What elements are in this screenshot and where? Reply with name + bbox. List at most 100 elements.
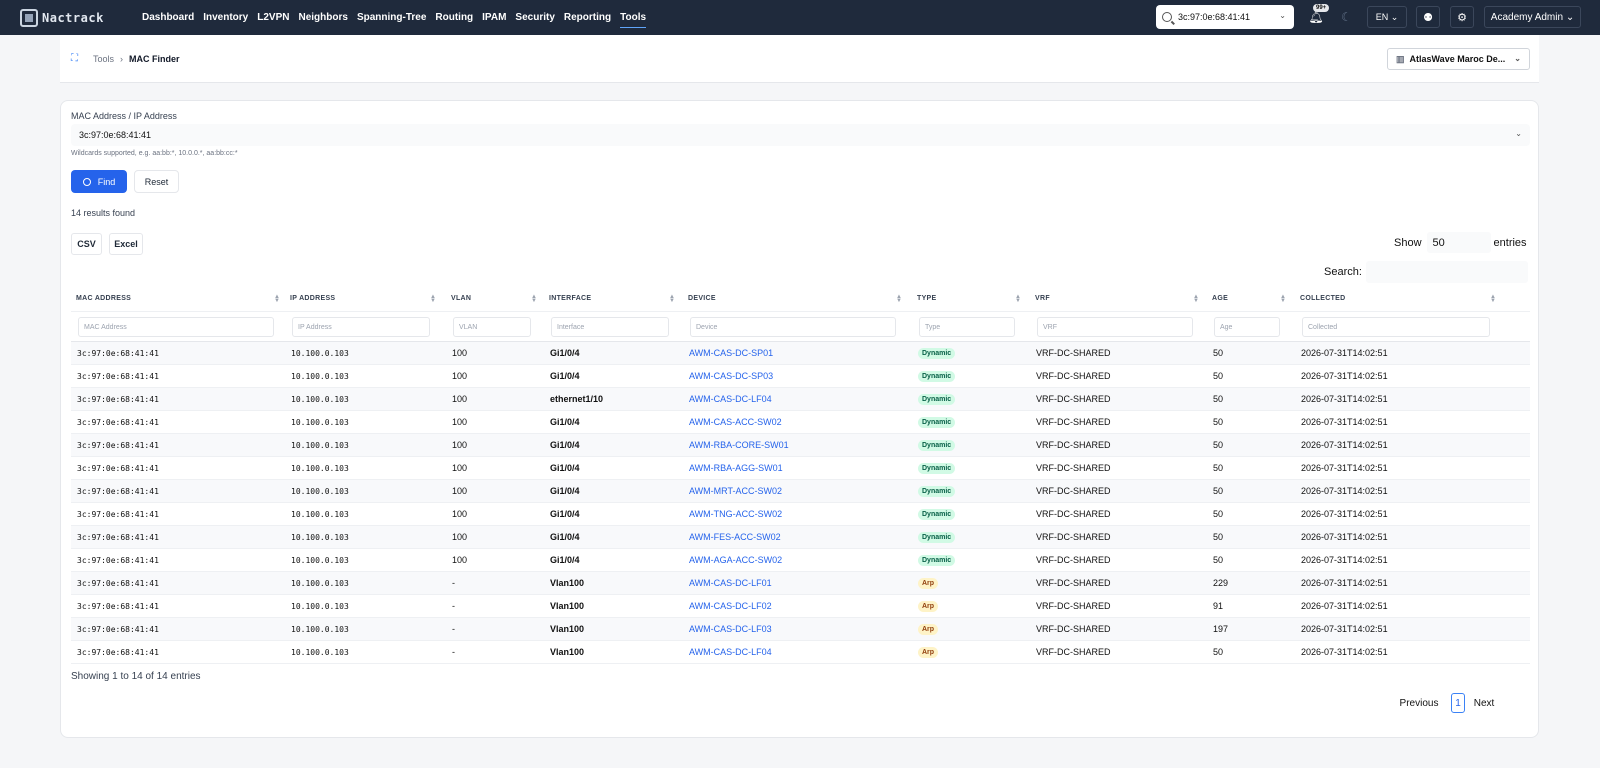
type-badge: Dynamic	[918, 462, 956, 474]
user-menu[interactable]: Academy Admin ⌄	[1484, 6, 1581, 28]
cell-vrf: VRF-DC-SHARED	[1036, 647, 1111, 657]
cell-vrf: VRF-DC-SHARED	[1036, 486, 1111, 496]
search-label: Search:	[1324, 266, 1362, 278]
column-header-iface[interactable]: INTERFACE	[549, 286, 591, 311]
gear-icon[interactable]: ⚙	[1450, 6, 1474, 28]
filter-input-type[interactable]: Type	[919, 317, 1015, 337]
cell-device[interactable]: AWM-CAS-DC-SP01	[689, 342, 773, 364]
cell-age: 50	[1213, 394, 1224, 404]
nav-dashboard[interactable]: Dashboard	[142, 10, 194, 25]
column-header-vrf[interactable]: VRF	[1035, 286, 1050, 311]
nav-reporting[interactable]: Reporting	[564, 10, 611, 25]
filter-input-device[interactable]: Device	[690, 317, 896, 337]
nav-neighbors[interactable]: Neighbors	[298, 10, 347, 25]
moon-icon[interactable]: ☾	[1341, 10, 1352, 24]
mac-input-label: MAC Address / IP Address	[71, 111, 177, 121]
sort-icon[interactable]: ▲ ▼	[896, 294, 902, 304]
filter-input-ip[interactable]: IP Address	[292, 317, 430, 337]
cell-mac: 3c:97:0e:68:41:41	[77, 348, 159, 358]
table-search: Search:	[1324, 261, 1528, 283]
excel-button[interactable]: Excel	[109, 233, 143, 255]
cell-collected: 2026-07-31T14:02:51	[1301, 371, 1388, 381]
nav-inventory[interactable]: Inventory	[203, 10, 248, 25]
cell-vlan: 100	[452, 440, 468, 450]
column-header-age[interactable]: AGE	[1212, 286, 1228, 311]
cell-age: 50	[1213, 555, 1224, 565]
sort-icon[interactable]: ▲ ▼	[430, 294, 436, 304]
next-button[interactable]: Next	[1471, 693, 1497, 713]
cell-device[interactable]: AWM-AGA-ACC-SW02	[689, 549, 782, 571]
mac-ip-input[interactable]: 3c:97:0e:68:41:41 ⌄	[71, 124, 1530, 146]
cell-device[interactable]: AWM-CAS-DC-LF02	[689, 595, 772, 617]
breadcrumb-separator: ›	[120, 54, 124, 64]
notification-badge: 99+	[1313, 4, 1330, 12]
cell-device[interactable]: AWM-CAS-DC-LF01	[689, 572, 772, 594]
cell-device[interactable]: AWM-CAS-DC-LF03	[689, 618, 772, 640]
global-search[interactable]: 3c:97:0e:68:41:41 ⌄	[1156, 5, 1294, 29]
filter-input-iface[interactable]: Interface	[551, 317, 669, 337]
sort-icon[interactable]: ▲ ▼	[531, 294, 537, 304]
nav-spanning-tree[interactable]: Spanning-Tree	[357, 10, 426, 25]
column-header-ip[interactable]: IP ADDRESS	[290, 286, 335, 311]
column-header-mac[interactable]: MAC ADDRESS	[76, 286, 131, 311]
nav-l2vpn[interactable]: L2VPN	[257, 10, 289, 25]
cell-device[interactable]: AWM-RBA-CORE-SW01	[689, 434, 789, 456]
cell-device[interactable]: AWM-CAS-DC-LF04	[689, 388, 772, 410]
brand-logo[interactable]: Nactrack	[20, 8, 120, 27]
cell-ip: 10.100.0.103	[291, 486, 349, 496]
sort-icon[interactable]: ▲ ▼	[1015, 294, 1021, 304]
cell-collected: 2026-07-31T14:02:51	[1301, 509, 1388, 519]
nav-routing[interactable]: Routing	[435, 10, 473, 25]
table-header: MAC ADDRESS ▲ ▼ IP ADDRESS ▲ ▼ VLAN ▲ ▼ INTERFACE…	[71, 286, 1530, 312]
cell-device[interactable]: AWM-FES-ACC-SW02	[689, 526, 781, 548]
page-1-button[interactable]: 1	[1451, 693, 1465, 713]
breadcrumb-tools[interactable]: Tools	[93, 54, 114, 64]
nav-ipam[interactable]: IPAM	[482, 10, 506, 25]
column-header-type[interactable]: TYPE	[917, 286, 936, 311]
cell-vlan: 100	[452, 463, 468, 473]
tenant-select[interactable]: ▥ AtlasWave Maroc De... ⌄	[1387, 48, 1530, 70]
robot-icon[interactable]: ⚉	[1416, 6, 1440, 28]
sort-icon[interactable]: ▲ ▼	[1280, 294, 1286, 304]
language-select[interactable]: EN ⌄	[1367, 6, 1407, 28]
cell-collected: 2026-07-31T14:02:51	[1301, 647, 1388, 657]
cell-vrf: VRF-DC-SHARED	[1036, 348, 1111, 358]
sort-icon[interactable]: ▲ ▼	[669, 294, 675, 304]
sort-icon[interactable]: ▲ ▼	[274, 294, 280, 304]
sort-icon[interactable]: ▲ ▼	[1490, 294, 1496, 304]
cell-age: 50	[1213, 509, 1224, 519]
column-header-device[interactable]: DEVICE	[688, 286, 716, 311]
cell-vlan: 100	[452, 532, 468, 542]
filter-input-age[interactable]: Age	[1214, 317, 1280, 337]
filter-input-vrf[interactable]: VRF	[1037, 317, 1193, 337]
filter-input-collected[interactable]: Collected	[1302, 317, 1490, 337]
cell-device[interactable]: AWM-MRT-ACC-SW02	[689, 480, 782, 502]
cell-ip: 10.100.0.103	[291, 555, 349, 565]
filter-input-mac[interactable]: MAC Address	[78, 317, 274, 337]
find-button[interactable]: Find	[71, 170, 127, 193]
sort-icon[interactable]: ▲ ▼	[1193, 294, 1199, 304]
table-row: 3c:97:0e:68:41:41 10.100.0.103 100 Gi1/0/4 A…	[71, 549, 1530, 572]
brand-name: Nactrack	[42, 10, 104, 25]
cell-vlan: -	[452, 647, 455, 657]
csv-button[interactable]: CSV	[71, 233, 102, 255]
column-header-collected[interactable]: COLLECTED	[1300, 286, 1345, 311]
cell-age: 50	[1213, 463, 1224, 473]
nav-tools[interactable]: Tools	[620, 10, 646, 28]
cell-device[interactable]: AWM-CAS-DC-LF04	[689, 641, 772, 663]
cell-device[interactable]: AWM-RBA-AGG-SW01	[689, 457, 783, 479]
cell-iface: Gi1/0/4	[550, 463, 580, 473]
table-row: 3c:97:0e:68:41:41 10.100.0.103 - Vlan100 AWM…	[71, 641, 1530, 664]
showing-info: Showing 1 to 14 of 14 entries	[71, 671, 201, 682]
nav-security[interactable]: Security	[515, 10, 554, 25]
cell-device[interactable]: AWM-TNG-ACC-SW02	[689, 503, 782, 525]
filter-input-vlan[interactable]: VLAN	[453, 317, 531, 337]
page-length-select[interactable]: 50	[1426, 232, 1491, 253]
cell-device[interactable]: AWM-CAS-DC-SP03	[689, 365, 773, 387]
previous-button[interactable]: Previous	[1397, 693, 1441, 713]
column-header-vlan[interactable]: VLAN	[451, 286, 471, 311]
logo-icon	[20, 8, 38, 27]
cell-device[interactable]: AWM-CAS-ACC-SW02	[689, 411, 782, 433]
reset-button[interactable]: Reset	[134, 170, 179, 193]
table-search-input[interactable]	[1365, 261, 1528, 283]
